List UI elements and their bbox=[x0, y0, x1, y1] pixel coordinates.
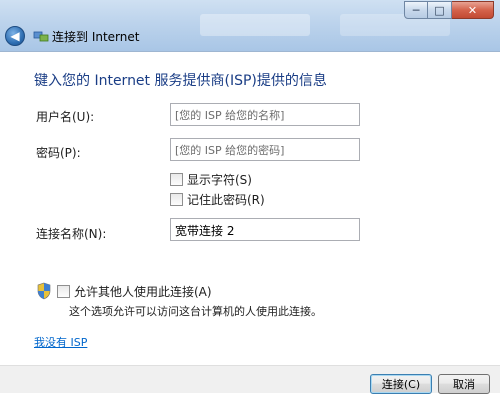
window-title: 连接到 Internet bbox=[52, 30, 140, 44]
remember-password-checkbox[interactable] bbox=[170, 193, 183, 206]
show-chars-checkbox-row[interactable]: 显示字符(S) bbox=[170, 171, 252, 188]
username-label: 用户名(U): bbox=[36, 110, 95, 124]
title-bar: ◀ 连接到 Internet ─ □ ✕ bbox=[0, 0, 500, 52]
remember-password-label: 记住此密码(R) bbox=[187, 193, 265, 207]
security-shield-icon bbox=[37, 282, 51, 300]
maximize-button[interactable]: □ bbox=[428, 1, 452, 19]
remember-password-checkbox-row[interactable]: 记住此密码(R) bbox=[170, 191, 265, 208]
no-isp-link[interactable]: 我没有 ISP bbox=[34, 334, 87, 350]
back-arrow-icon: ◀ bbox=[10, 29, 20, 43]
username-field[interactable]: [您的 ISP 给您的名称] bbox=[170, 103, 360, 126]
password-field[interactable]: [您的 ISP 给您的密码] bbox=[170, 138, 360, 161]
allow-others-row[interactable]: 允许其他人使用此连接(A) bbox=[36, 282, 212, 300]
show-chars-checkbox[interactable] bbox=[170, 173, 183, 186]
allow-others-checkbox[interactable] bbox=[57, 284, 70, 298]
page-heading: 键入您的 Internet 服务提供商(ISP)提供的信息 bbox=[34, 73, 327, 89]
address-area-blur bbox=[200, 14, 310, 36]
window-controls: ─ □ ✕ bbox=[404, 1, 494, 19]
connection-name-field[interactable]: 宽带连接 2 bbox=[170, 218, 360, 241]
password-label: 密码(P): bbox=[36, 146, 81, 160]
cancel-button[interactable]: 取消 bbox=[438, 374, 490, 394]
wizard-content: 键入您的 Internet 服务提供商(ISP)提供的信息 用户名(U): [您… bbox=[0, 53, 500, 365]
back-arrow-button[interactable]: ◀ bbox=[5, 26, 25, 46]
connect-button[interactable]: 连接(C) bbox=[370, 374, 432, 394]
network-connection-icon bbox=[33, 31, 49, 42]
connection-name-label: 连接名称(N): bbox=[36, 227, 107, 241]
button-bar: 连接(C) 取消 bbox=[0, 365, 500, 394]
show-chars-label: 显示字符(S) bbox=[187, 173, 252, 187]
allow-others-label: 允许其他人使用此连接(A) bbox=[74, 284, 212, 299]
minimize-button[interactable]: ─ bbox=[404, 1, 428, 19]
close-button[interactable]: ✕ bbox=[452, 1, 494, 19]
allow-others-description: 这个选项允许可以访问这台计算机的人使用此连接。 bbox=[69, 305, 322, 318]
